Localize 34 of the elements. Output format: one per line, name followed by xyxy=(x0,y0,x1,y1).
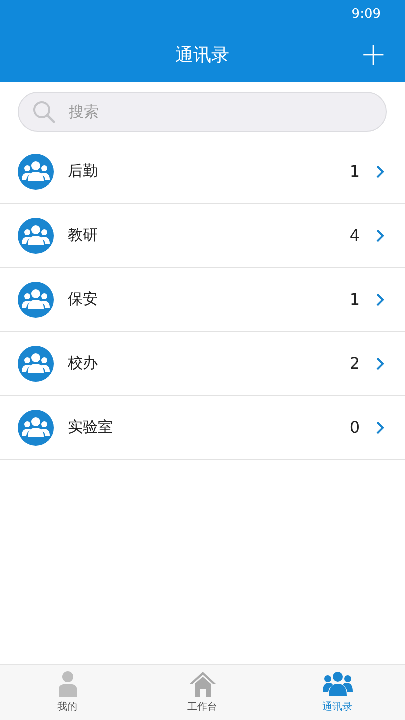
group-icon xyxy=(18,282,54,318)
group-name: 校办 xyxy=(68,354,99,373)
chevron-right-icon xyxy=(376,356,385,370)
group-row[interactable]: 教研 4 xyxy=(0,204,405,268)
group-name: 后勤 xyxy=(68,162,99,181)
group-name: 实验室 xyxy=(68,418,114,437)
group-row[interactable]: 校办 2 xyxy=(0,332,405,396)
member-count: 2 xyxy=(350,354,360,373)
member-count: 0 xyxy=(350,418,360,437)
chevron-right-icon xyxy=(376,420,385,434)
home-icon xyxy=(188,671,216,697)
chevron-right-icon xyxy=(376,228,385,242)
add-button[interactable]: + xyxy=(356,36,391,72)
group-icon xyxy=(18,154,54,190)
nav-tab[interactable]: 通讯录 xyxy=(270,665,405,720)
group-name: 教研 xyxy=(68,226,99,245)
group-icon xyxy=(18,346,54,382)
group-name: 保安 xyxy=(68,290,99,309)
nav-tab[interactable]: 我的 xyxy=(0,665,135,720)
group-row[interactable]: 保安 1 xyxy=(0,268,405,332)
chevron-right-icon xyxy=(376,164,385,178)
group-row[interactable]: 实验室 0 xyxy=(0,396,405,460)
page-title: 通讯录 xyxy=(176,44,230,67)
group-icon xyxy=(322,671,352,697)
member-count: 1 xyxy=(350,162,360,181)
group-icon xyxy=(18,218,54,254)
search-field[interactable]: 搜索 xyxy=(18,92,387,132)
group-icon xyxy=(18,410,54,446)
member-count: 4 xyxy=(350,226,360,245)
group-row[interactable]: 后勤 1 xyxy=(0,140,405,204)
member-count: 1 xyxy=(350,290,360,309)
nav-tab[interactable]: 工作台 xyxy=(135,665,270,720)
status-time: 9:09 xyxy=(352,6,381,22)
chevron-right-icon xyxy=(376,292,385,306)
